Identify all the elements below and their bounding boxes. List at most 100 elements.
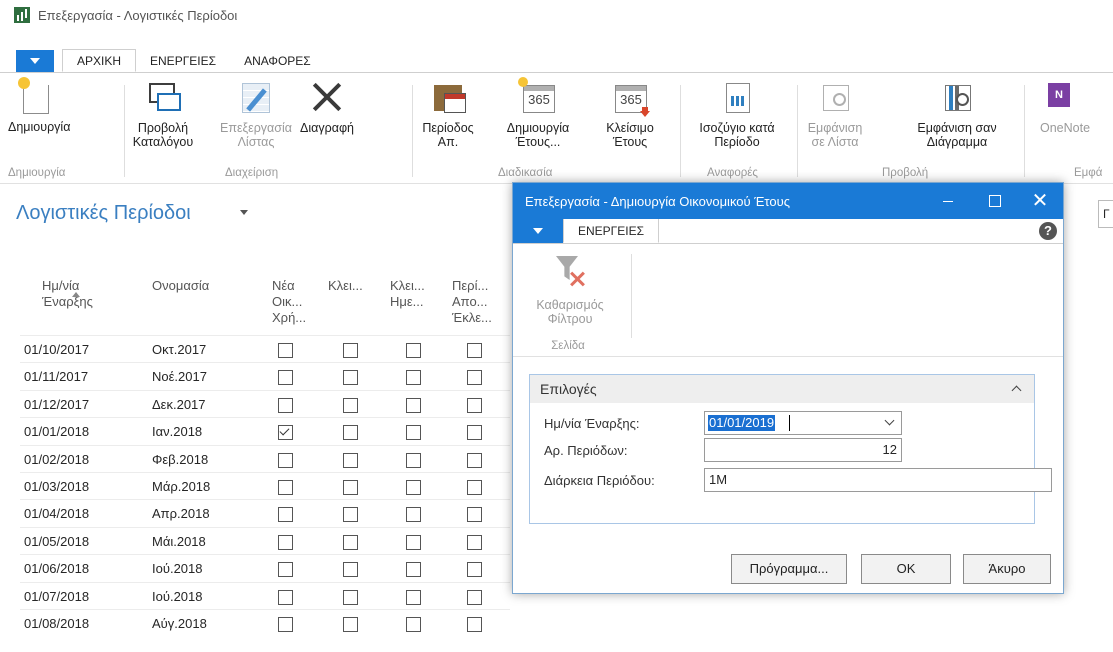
inventory-period-closed-checkbox[interactable] <box>467 370 482 386</box>
new-fiscal-year-checkbox[interactable] <box>278 617 293 632</box>
dialog-menu-button[interactable] <box>513 219 563 243</box>
edit-list-button[interactable]: Επεξεργασία Λίστας <box>219 79 293 149</box>
inventory-period-closed-checkbox[interactable] <box>467 452 482 468</box>
closed-checkbox[interactable] <box>343 507 358 523</box>
show-as-chart-button[interactable]: Εμφάνιση σαν Διάγραμμα <box>904 79 1010 149</box>
column-header-new-fiscal-year[interactable]: Νέα Οικ... Χρή... <box>272 278 306 326</box>
closed-checkbox[interactable] <box>343 589 358 605</box>
page-title-dropdown-icon[interactable] <box>240 210 248 215</box>
table-row[interactable]: 01/01/2018 Ιαν.2018 <box>20 418 520 446</box>
column-header-closed[interactable]: Κλει... <box>328 278 363 294</box>
column-header-inventory-period[interactable]: Περί... Απο... Έκλε... <box>452 278 492 326</box>
date-locked-checkbox[interactable] <box>406 480 421 495</box>
inventory-period-closed-checkbox[interactable] <box>467 425 482 441</box>
inventory-period-closed-checkbox[interactable] <box>467 343 482 358</box>
table-row[interactable]: 01/08/2018 Αύγ.2018 <box>20 610 520 638</box>
new-fiscal-year-checkbox[interactable] <box>278 397 293 413</box>
period-button[interactable]: Περίοδος Απ. <box>420 79 476 149</box>
ok-button[interactable]: OK <box>861 554 951 584</box>
date-locked-checkbox[interactable] <box>406 397 421 413</box>
dialog-title-bar[interactable]: Επεξεργασία - Δημιουργία Οικονομικού Έτο… <box>513 183 1063 219</box>
new-fiscal-year-checkbox[interactable] <box>278 589 293 605</box>
row-name: Νοέ.2017 <box>152 369 207 385</box>
create-year-button[interactable]: 365 Δημιουργία Έτους... <box>500 77 576 149</box>
cancel-button[interactable]: Άκυρο <box>963 554 1051 584</box>
schedule-button[interactable]: Πρόγραμμα... <box>731 554 847 584</box>
inventory-period-closed-checkbox[interactable] <box>467 480 482 495</box>
inventory-period-closed-checkbox[interactable] <box>467 397 482 413</box>
view-list-button[interactable]: Προβολή Καταλόγου <box>130 79 196 149</box>
tab-reports[interactable]: ΑΝΑΦΟΡΕΣ <box>230 50 325 72</box>
table-row[interactable]: 01/05/2018 Μάι.2018 <box>20 528 520 556</box>
new-button[interactable]: Δημιουργία <box>8 77 70 134</box>
closed-checkbox[interactable] <box>343 343 358 358</box>
row-start-date: 01/11/2017 <box>24 369 89 385</box>
dialog-title: Επεξεργασία - Δημιουργία Οικονομικού Έτο… <box>525 193 790 209</box>
date-locked-checkbox[interactable] <box>406 370 421 386</box>
chevron-up-icon[interactable] <box>1011 385 1022 396</box>
app-menu-button[interactable] <box>16 50 54 72</box>
new-fiscal-year-checkbox[interactable] <box>278 425 293 441</box>
new-fiscal-year-checkbox[interactable] <box>278 343 293 358</box>
table-row[interactable]: 01/12/2017 Δεκ.2017 <box>20 391 520 419</box>
closed-checkbox[interactable] <box>343 617 358 632</box>
chevron-down-icon[interactable] <box>884 415 895 426</box>
view-windows-icon <box>145 79 181 115</box>
period-count-input[interactable]: 12 <box>704 438 902 462</box>
closed-checkbox[interactable] <box>343 425 358 441</box>
inventory-period-closed-checkbox[interactable] <box>467 507 482 523</box>
maximize-button[interactable] <box>971 183 1017 219</box>
column-header-date-locked[interactable]: Κλει... Ημε... <box>390 278 425 310</box>
closed-checkbox[interactable] <box>343 480 358 495</box>
table-row[interactable]: 01/10/2017 Οκτ.2017 <box>20 336 520 364</box>
date-locked-checkbox[interactable] <box>406 589 421 605</box>
period-length-input[interactable]: 1M <box>704 468 1052 492</box>
table-row[interactable]: 01/03/2018 Μάρ.2018 <box>20 473 520 501</box>
tab-home[interactable]: ΑΡΧΙΚΗ <box>62 49 137 72</box>
date-locked-checkbox[interactable] <box>406 425 421 441</box>
table-row[interactable]: 01/04/2018 Απρ.2018 <box>20 500 520 528</box>
new-fiscal-year-checkbox[interactable] <box>278 452 293 468</box>
new-fiscal-year-checkbox[interactable] <box>278 507 293 523</box>
inventory-period-closed-checkbox[interactable] <box>467 589 482 605</box>
date-locked-checkbox[interactable] <box>406 343 421 358</box>
close-year-button[interactable]: 365 Κλείσιμο Έτους <box>594 79 666 149</box>
column-header-start-date[interactable]: Ημ/νία Έναρξης <box>42 278 93 310</box>
closed-checkbox[interactable] <box>343 562 358 578</box>
date-locked-checkbox[interactable] <box>406 452 421 468</box>
table-row[interactable]: 01/07/2018 Ιού.2018 <box>20 583 520 611</box>
table-row[interactable]: 01/06/2018 Ιού.2018 <box>20 555 520 583</box>
start-date-input[interactable]: 01/01/2019 <box>704 411 902 435</box>
inventory-period-closed-checkbox[interactable] <box>467 562 482 578</box>
new-fiscal-year-checkbox[interactable] <box>278 534 293 550</box>
new-fiscal-year-checkbox[interactable] <box>278 370 293 386</box>
dialog-tab-actions[interactable]: ΕΝΕΡΓΕΙΕΣ <box>563 219 660 243</box>
date-locked-checkbox[interactable] <box>406 562 421 578</box>
column-header-name[interactable]: Ονομασία <box>152 278 209 294</box>
closed-checkbox[interactable] <box>343 452 358 468</box>
closed-checkbox[interactable] <box>343 534 358 550</box>
trial-balance-button[interactable]: Ισοζύγιο κατά Περίοδο <box>690 79 784 149</box>
table-row[interactable]: 01/11/2017 Νοέ.2017 <box>20 363 520 391</box>
inventory-period-closed-checkbox[interactable] <box>467 617 482 632</box>
search-box-edge[interactable]: Γ <box>1098 200 1113 228</box>
tab-actions[interactable]: ΕΝΕΡΓΕΙΕΣ <box>136 50 230 72</box>
row-name: Αύγ.2018 <box>152 616 207 631</box>
dialog-close-button[interactable]: ✕ <box>1017 183 1063 219</box>
date-locked-checkbox[interactable] <box>406 534 421 550</box>
minimize-button[interactable] <box>925 183 971 219</box>
clear-filter-button[interactable]: Καθαρισμός Φίλτρου <box>525 252 615 326</box>
show-as-list-button[interactable]: Εμφάνιση σε Λίστα <box>804 79 866 149</box>
date-locked-checkbox[interactable] <box>406 617 421 632</box>
closed-checkbox[interactable] <box>343 397 358 413</box>
new-fiscal-year-checkbox[interactable] <box>278 562 293 578</box>
help-icon[interactable]: ? <box>1039 222 1057 240</box>
table-row[interactable]: 01/02/2018 Φεβ.2018 <box>20 446 520 474</box>
onenote-button[interactable]: N OneNote <box>1040 79 1110 135</box>
closed-checkbox[interactable] <box>343 370 358 386</box>
inventory-period-closed-checkbox[interactable] <box>467 534 482 550</box>
date-locked-checkbox[interactable] <box>406 507 421 523</box>
new-fiscal-year-checkbox[interactable] <box>278 480 293 495</box>
options-fasttab-header[interactable]: Επιλογές <box>530 375 1034 403</box>
delete-button[interactable]: Διαγραφή <box>296 79 358 135</box>
